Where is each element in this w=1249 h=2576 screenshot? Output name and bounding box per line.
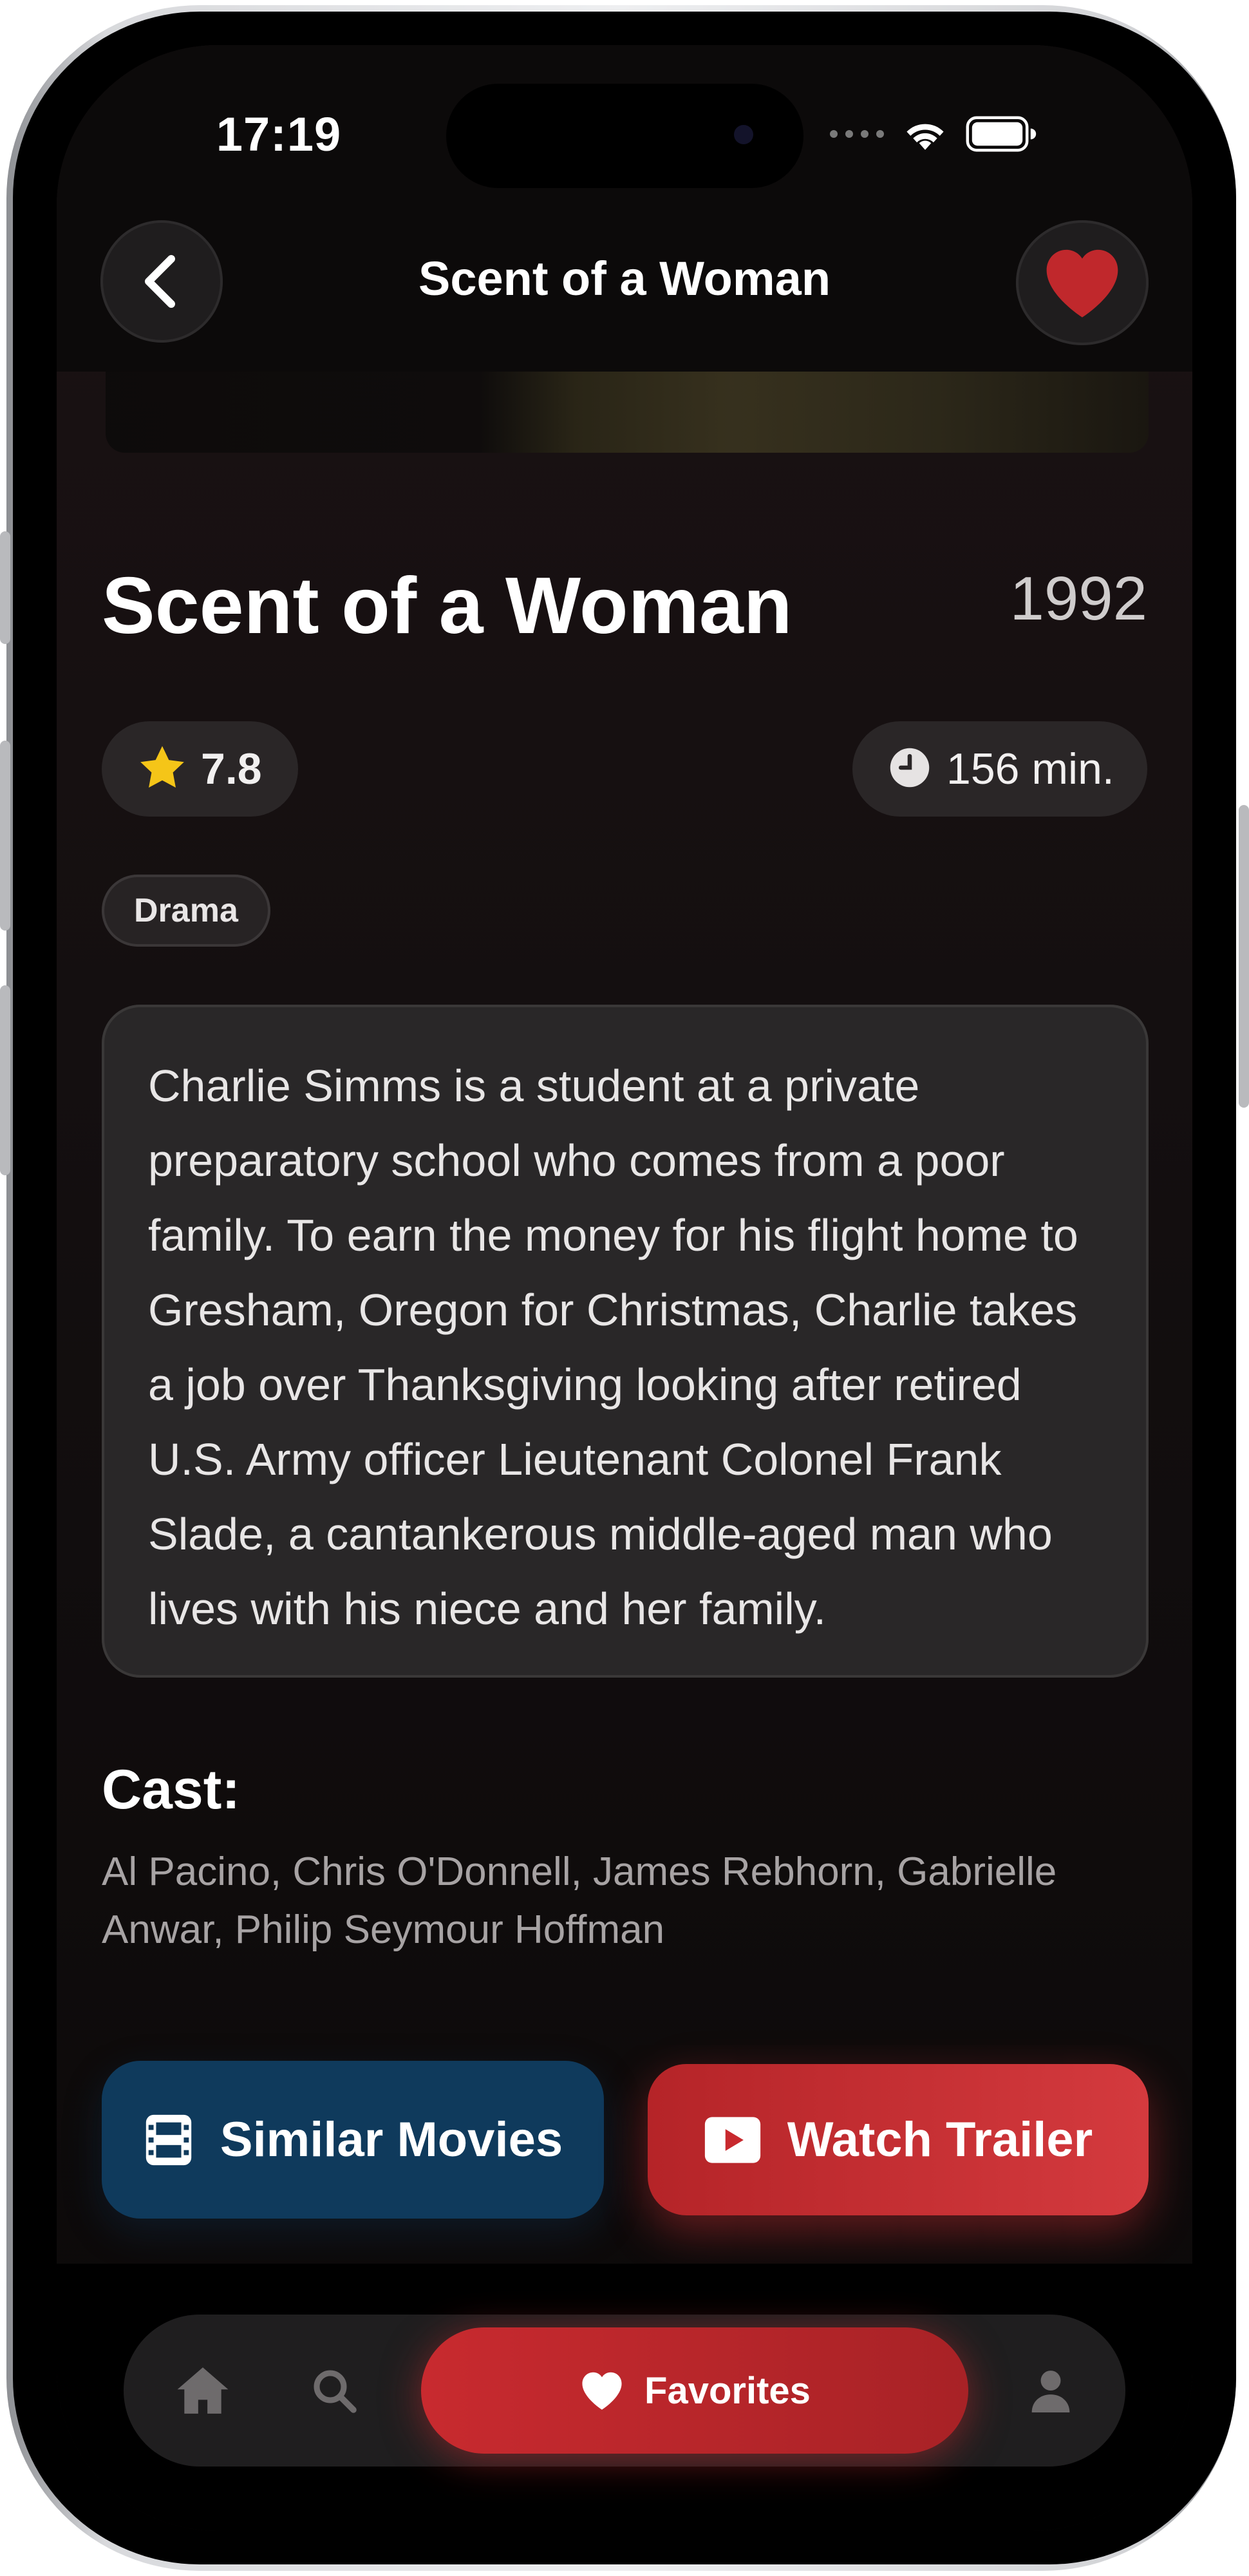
film-icon (143, 2112, 194, 2168)
description-text: Charlie Simms is a student at a private … (148, 1061, 1078, 1634)
movie-detail-content[interactable]: Scent of a Woman 1992 7.8 156 min. Drama… (57, 45, 1192, 2531)
tab-favorites[interactable]: Favorites (421, 2327, 968, 2454)
signal-dots-icon (829, 129, 885, 138)
clock-icon (888, 746, 931, 792)
similar-movies-label: Similar Movies (220, 2112, 563, 2167)
tab-profile[interactable] (1006, 2315, 1096, 2467)
status-icons (829, 116, 1038, 152)
chevron-left-icon (139, 252, 184, 310)
back-button[interactable] (100, 220, 223, 343)
backdrop-image (106, 361, 1149, 453)
rating-badge: 7.8 (102, 721, 298, 817)
star-icon (138, 744, 187, 794)
tab-home[interactable] (155, 2315, 251, 2467)
movie-title: Scent of a Woman (102, 562, 793, 650)
status-time: 17:19 (216, 108, 342, 161)
header-title: Scent of a Woman (418, 252, 831, 305)
movie-year: 1992 (1010, 564, 1147, 633)
power-button-hardware (1239, 805, 1249, 1108)
duration-value: 156 min. (946, 744, 1114, 793)
duration-badge: 156 min. (852, 721, 1147, 817)
watch-trailer-button[interactable]: Watch Trailer (648, 2064, 1149, 2215)
similar-movies-button[interactable]: Similar Movies (102, 2061, 604, 2219)
battery-icon (966, 116, 1038, 152)
rating-value: 7.8 (201, 744, 262, 793)
navigation-header: Scent of a Woman 17:19 (57, 45, 1192, 372)
tab-search[interactable] (292, 2315, 376, 2467)
volume-up-hardware (0, 741, 10, 931)
heart-icon (579, 2370, 625, 2411)
camera-icon (734, 125, 753, 144)
wifi-icon (903, 117, 948, 151)
play-icon (704, 2116, 762, 2164)
cast-heading: Cast: (102, 1759, 241, 1821)
description-card: Charlie Simms is a student at a private … (102, 1005, 1149, 1678)
home-icon (175, 2365, 230, 2416)
search-icon (311, 2367, 357, 2414)
tab-bar: Favorites (124, 2315, 1125, 2467)
favorite-toggle-button[interactable] (1016, 220, 1149, 345)
dynamic-island (446, 84, 803, 188)
heart-filled-icon (1041, 245, 1123, 320)
person-icon (1031, 2369, 1071, 2412)
screen: Scent of a Woman 1992 7.8 156 min. Drama… (57, 45, 1192, 2531)
watch-trailer-label: Watch Trailer (787, 2112, 1093, 2167)
genre-tag[interactable]: Drama (102, 875, 270, 947)
volume-down-hardware (0, 985, 10, 1175)
cast-list: Al Pacino, Chris O'Donnell, James Rebhor… (102, 1850, 1057, 1952)
action-button-hardware (0, 531, 10, 644)
tab-favorites-label: Favorites (644, 2369, 811, 2412)
